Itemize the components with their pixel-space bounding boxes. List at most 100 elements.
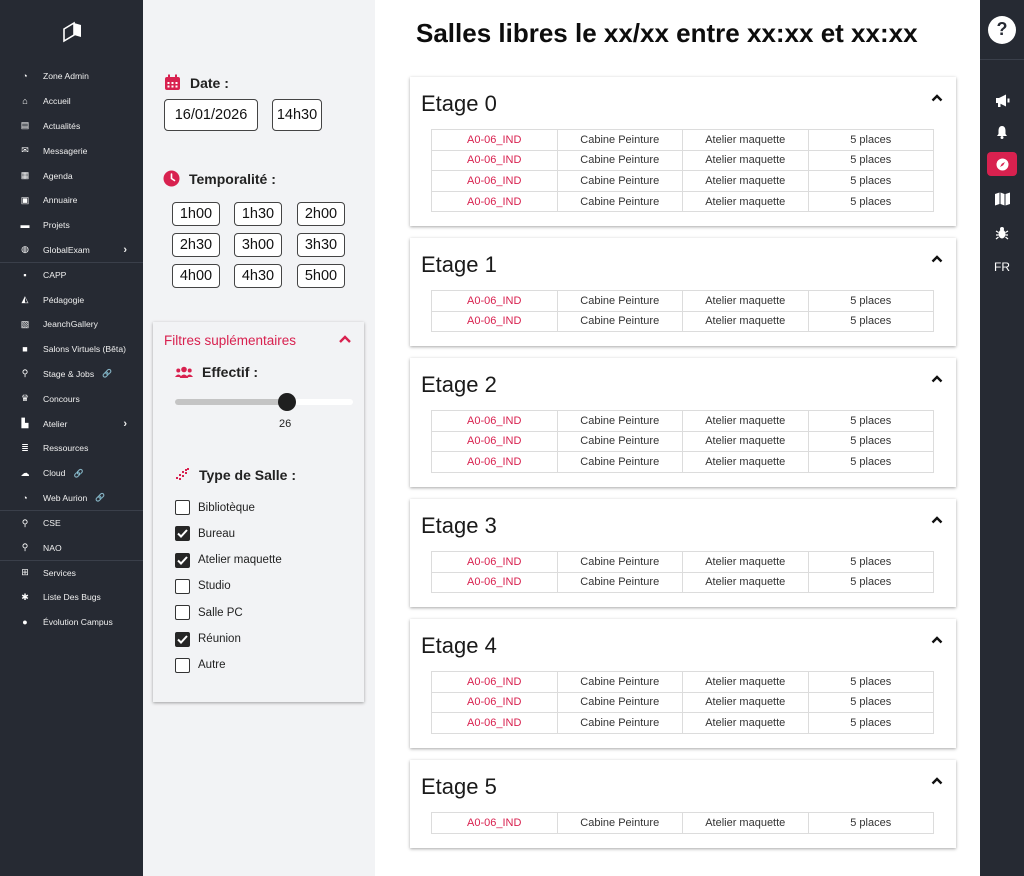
chevron-up-icon[interactable]	[930, 633, 944, 647]
table-row[interactable]: A0-06_IND Cabine Peinture Atelier maquette…	[431, 290, 934, 312]
room-code[interactable]: A0-06_IND	[431, 571, 558, 594]
sidebar-item-actualit-s[interactable]: ▤ Actualités	[0, 114, 143, 139]
room-code[interactable]: A0-06_IND	[431, 410, 558, 432]
sidebar-item-accueil[interactable]: ⌂ Accueil	[0, 89, 143, 114]
date-input[interactable]: 16/01/2026	[164, 99, 258, 131]
duration-button-5h00[interactable]: 5h00	[297, 264, 345, 288]
chevron-up-icon[interactable]	[930, 513, 944, 527]
room-code[interactable]: A0-06_IND	[431, 149, 558, 172]
checkbox[interactable]	[175, 526, 190, 542]
table-row[interactable]: A0-06_IND Cabine Peinture Atelier maquette…	[431, 170, 934, 192]
sidebar-item-liste-des-bugs[interactable]: ✱ Liste Des Bugs	[0, 585, 143, 610]
sidebar-item-projets[interactable]: ▬ Projets	[0, 213, 143, 238]
table-row[interactable]: A0-06_IND Cabine Peinture Atelier maquette…	[431, 691, 934, 714]
chevron-right-icon[interactable]: ›	[123, 418, 127, 430]
sidebar-item-annuaire[interactable]: ▣ Annuaire	[0, 188, 143, 213]
duration-button-1h00[interactable]: 1h00	[172, 202, 220, 226]
room-code[interactable]: A0-06_IND	[431, 551, 558, 573]
announcements-button[interactable]	[980, 87, 1024, 113]
room-code[interactable]: A0-06_IND	[431, 691, 558, 714]
room-type-option[interactable]: Autre	[175, 657, 226, 673]
sidebar-item-salons-virtuels-b-ta-[interactable]: ■ Salons Virtuels (Bêta)	[0, 337, 143, 362]
table-row[interactable]: A0-06_IND Cabine Peinture Atelier maquette…	[431, 149, 934, 172]
room-code[interactable]: A0-06_IND	[431, 712, 558, 734]
sidebar-item-p-dagogie[interactable]: ◭ Pédagogie	[0, 287, 143, 312]
bug-report-button[interactable]	[980, 220, 1024, 246]
room-code[interactable]: A0-06_IND	[431, 671, 558, 693]
chevron-up-icon[interactable]	[930, 774, 944, 788]
sidebar-item-messagerie[interactable]: ✉ Messagerie	[0, 138, 143, 163]
chevron-up-icon[interactable]	[930, 91, 944, 105]
checkbox[interactable]	[175, 500, 190, 515]
table-row[interactable]: A0-06_IND Cabine Peinture Atelier maquette…	[431, 430, 934, 453]
sidebar-item-concours[interactable]: ♛ Concours	[0, 386, 143, 411]
room-code[interactable]: A0-06_IND	[431, 129, 558, 151]
table-row[interactable]: A0-06_IND Cabine Peinture Atelier maquette…	[431, 451, 934, 473]
checkbox[interactable]	[175, 631, 190, 647]
room-capacity: 5 places	[807, 410, 934, 432]
room-code[interactable]: A0-06_IND	[431, 170, 558, 192]
sidebar-item-capp[interactable]: ▪ CAPP	[0, 262, 143, 287]
chevron-right-icon[interactable]: ›	[123, 244, 127, 256]
checkbox[interactable]	[175, 578, 190, 594]
duration-button-3h00[interactable]: 3h00	[234, 233, 282, 257]
room-type-option[interactable]: Salle PC	[175, 605, 243, 621]
time-input[interactable]: 14h30	[272, 99, 322, 131]
sidebar-item-cloud[interactable]: ☁ Cloud 🔗	[0, 461, 143, 486]
table-row[interactable]: A0-06_IND Cabine Peinture Atelier maquette…	[431, 671, 934, 693]
room-type-option[interactable]: Bibliotèque	[175, 500, 255, 515]
table-row[interactable]: A0-06_IND Cabine Peinture Atelier maquette…	[431, 812, 934, 834]
room-type-option[interactable]: Studio	[175, 578, 231, 594]
sidebar-item-globalexam[interactable]: ◍ GlobalExam ›	[0, 238, 143, 263]
checkbox[interactable]	[175, 605, 190, 621]
room-type-option[interactable]: Atelier maquette	[175, 552, 282, 568]
sidebar-item-nao[interactable]: ⚲ NAO	[0, 535, 143, 560]
sidebar-item-atelier[interactable]: ▙ Atelier ›	[0, 411, 143, 436]
chevron-up-icon[interactable]	[338, 332, 352, 346]
type-salle-label: Type de Salle :	[175, 467, 296, 483]
app-logo[interactable]	[0, 0, 143, 64]
duration-button-2h30[interactable]: 2h30	[172, 233, 220, 257]
table-row[interactable]: A0-06_IND Cabine Peinture Atelier maquette…	[431, 551, 934, 573]
room-code[interactable]: A0-06_IND	[431, 310, 558, 333]
table-row[interactable]: A0-06_IND Cabine Peinture Atelier maquette…	[431, 190, 934, 213]
room-code[interactable]: A0-06_IND	[431, 430, 558, 453]
room-code[interactable]: A0-06_IND	[431, 190, 558, 213]
map-button[interactable]	[980, 186, 1024, 212]
duration-button-1h30[interactable]: 1h30	[234, 202, 282, 226]
effectif-slider-thumb[interactable]	[278, 393, 297, 411]
table-row[interactable]: A0-06_IND Cabine Peinture Atelier maquette…	[431, 712, 934, 734]
floor-title: Etage 4	[421, 633, 497, 658]
room-code[interactable]: A0-06_IND	[431, 290, 558, 312]
extra-filters-title[interactable]: Filtres suplémentaires	[164, 333, 296, 348]
room-type-option[interactable]: Réunion	[175, 631, 241, 647]
checkbox[interactable]	[175, 552, 190, 568]
sidebar-item-jeanchgallery[interactable]: ▧ JeanchGallery	[0, 312, 143, 337]
room-code[interactable]: A0-06_IND	[431, 812, 558, 834]
chevron-up-icon[interactable]	[930, 372, 944, 386]
room-type-option[interactable]: Bureau	[175, 526, 235, 542]
chevron-up-icon[interactable]	[930, 252, 944, 266]
checkbox[interactable]	[175, 657, 190, 673]
sidebar-item-cse[interactable]: ⚲ CSE	[0, 510, 143, 535]
help-button[interactable]: ?	[988, 15, 1016, 44]
room-code[interactable]: A0-06_IND	[431, 451, 558, 473]
language-switch[interactable]: FR	[980, 254, 1024, 280]
table-row[interactable]: A0-06_IND Cabine Peinture Atelier maquette…	[431, 129, 934, 151]
explore-button[interactable]	[980, 151, 1024, 177]
duration-button-3h30[interactable]: 3h30	[297, 233, 345, 257]
notifications-button[interactable]	[980, 119, 1024, 145]
sidebar-item--volution-campus[interactable]: ● Évolution Campus	[0, 610, 143, 635]
table-row[interactable]: A0-06_IND Cabine Peinture Atelier maquette…	[431, 310, 934, 333]
sidebar-item-web-aurion[interactable]: ◔ Web Aurion 🔗	[0, 486, 143, 511]
duration-button-4h30[interactable]: 4h30	[234, 264, 282, 288]
duration-button-4h00[interactable]: 4h00	[172, 264, 220, 288]
sidebar-item-zone-admin[interactable]: ◔ Zone Admin	[0, 64, 143, 89]
sidebar-item-agenda[interactable]: ▦ Agenda	[0, 163, 143, 188]
sidebar-item-services[interactable]: ⊞ Services	[0, 559, 143, 585]
table-row[interactable]: A0-06_IND Cabine Peinture Atelier maquette…	[431, 410, 934, 432]
duration-button-2h00[interactable]: 2h00	[297, 202, 345, 226]
sidebar-item-ressources[interactable]: ≣ Ressources	[0, 436, 143, 461]
table-row[interactable]: A0-06_IND Cabine Peinture Atelier maquette…	[431, 571, 934, 594]
sidebar-item-stage-jobs[interactable]: ⚲ Stage & Jobs 🔗	[0, 362, 143, 387]
